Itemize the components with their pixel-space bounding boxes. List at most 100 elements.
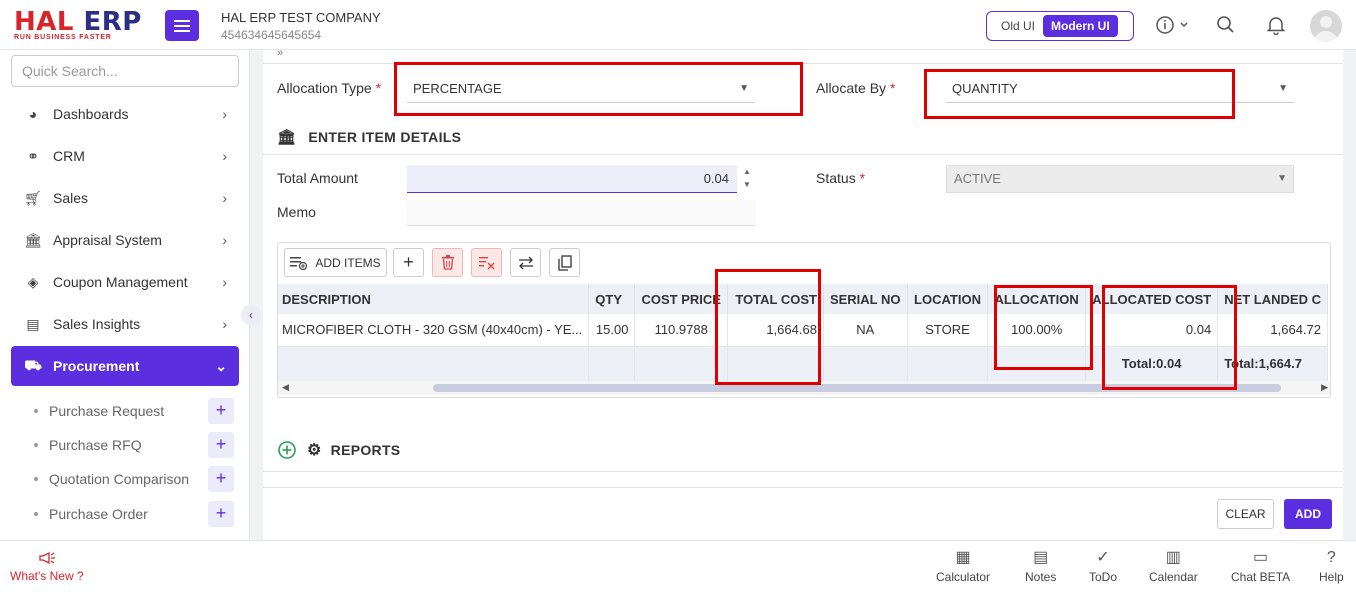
hamburger-menu-button[interactable]: [165, 10, 199, 41]
cell-location[interactable]: STORE: [907, 314, 989, 347]
calculator-button[interactable]: ▦ Calculator: [936, 549, 990, 584]
add-quotation-comparison-button[interactable]: +: [208, 466, 234, 492]
sidebar-item-appraisal-system[interactable]: 🏛︎ Appraisal System ›: [11, 220, 239, 260]
user-avatar[interactable]: [1310, 10, 1342, 42]
dropdown-caret-icon: ▼: [739, 83, 749, 94]
scrollbar-thumb[interactable]: [433, 384, 1281, 392]
item-grid: ADD ITEMS + DESCRIPTION QTY COST PRICE T…: [277, 242, 1331, 398]
bullet-icon: [34, 512, 38, 516]
sidebar-item-sales-insights[interactable]: ▤ Sales Insights ›: [11, 304, 239, 344]
cell-allocation[interactable]: 100.00%: [987, 314, 1087, 347]
company-info[interactable]: HAL ERP TEST COMPANY 454634645645654: [221, 10, 381, 42]
sidebar-subitem-purchase-rfq[interactable]: Purchase RFQ +: [34, 432, 239, 458]
calendar-button[interactable]: ▥ Calendar: [1149, 549, 1198, 584]
hal-erp-logo[interactable]: HAL ERP RUN BUSINESS FASTER: [14, 8, 149, 42]
chevron-right-icon: ›: [222, 148, 227, 164]
table-row[interactable]: MICROFIBER CLOTH - 320 GSM (40x40cm) - Y…: [278, 314, 1328, 347]
page-scrollbar[interactable]: [1343, 50, 1356, 540]
reports-section[interactable]: ⚙ REPORTS: [277, 440, 400, 460]
cell-description[interactable]: MICROFIBER CLOTH - 320 GSM (40x40cm) - Y…: [278, 314, 590, 347]
number-stepper[interactable]: ▲ ▼: [739, 165, 755, 193]
column-header-total-cost[interactable]: TOTAL COST: [727, 284, 824, 314]
megaphone-icon: [39, 551, 55, 565]
add-list-icon: [290, 256, 308, 270]
allocation-type-value: PERCENTAGE: [413, 81, 502, 96]
sidebar-item-dashboards[interactable]: ◕ Dashboards ›: [11, 94, 239, 134]
items-table: DESCRIPTION QTY COST PRICE TOTAL COST SE…: [278, 284, 1328, 382]
cell-allocated-cost[interactable]: 0.04: [1085, 314, 1219, 347]
cart-icon: 🛒︎: [24, 189, 42, 206]
column-header-location[interactable]: LOCATION: [907, 284, 989, 314]
modern-ui-option[interactable]: Modern UI: [1043, 15, 1118, 37]
column-header-allocation[interactable]: ALLOCATION: [987, 284, 1087, 314]
status-select[interactable]: ACTIVE ▼: [946, 165, 1294, 193]
horizontal-scrollbar[interactable]: ◀ ▶: [278, 381, 1330, 395]
total-amount-input[interactable]: 0.04: [407, 165, 737, 193]
add-items-button[interactable]: ADD ITEMS: [284, 248, 387, 277]
column-header-allocated-cost[interactable]: ALLOCATED COST: [1085, 284, 1219, 314]
add-purchase-request-button[interactable]: +: [208, 398, 234, 424]
sidebar-item-sales[interactable]: 🛒︎ Sales ›: [11, 178, 239, 218]
quick-search-input[interactable]: Quick Search...: [11, 55, 239, 87]
cell-net-landed-cost[interactable]: 1,664.72: [1217, 314, 1328, 347]
todo-button[interactable]: ✓ ToDo: [1089, 549, 1117, 584]
swap-button[interactable]: [510, 248, 541, 277]
dropdown-caret-icon: ▼: [1278, 83, 1288, 94]
cell-cost-price[interactable]: 110.9788: [634, 314, 728, 347]
allocation-type-select[interactable]: PERCENTAGE ▼: [407, 75, 755, 103]
hamburger-icon: [174, 19, 190, 32]
cell-qty[interactable]: 15.00: [588, 314, 636, 347]
palette-icon: ◕: [28, 106, 38, 122]
stepper-down-icon[interactable]: ▼: [739, 178, 755, 191]
notes-button[interactable]: ▤ Notes: [1025, 549, 1056, 584]
chevron-right-icon: ›: [222, 106, 227, 122]
allocation-type-label: Allocation Type *: [277, 80, 382, 96]
column-header-net-landed-cost[interactable]: NET LANDED C: [1217, 284, 1328, 314]
cell-serial-no[interactable]: NA: [823, 314, 908, 347]
add-circle-icon[interactable]: [277, 440, 297, 460]
search-button[interactable]: [1216, 15, 1236, 40]
sidebar-subitem-quotation-comparison[interactable]: Quotation Comparison +: [34, 466, 239, 492]
info-menu-button[interactable]: [1155, 15, 1189, 40]
bullet-icon: [34, 443, 38, 447]
column-header-qty[interactable]: QTY: [588, 284, 636, 314]
scroll-left-icon[interactable]: ◀: [282, 382, 289, 393]
clear-button[interactable]: CLEAR: [1217, 499, 1274, 529]
copy-button[interactable]: [549, 248, 580, 277]
chevron-right-icon: ›: [222, 274, 227, 290]
clear-rows-button[interactable]: [471, 248, 502, 277]
delete-row-button[interactable]: [432, 248, 463, 277]
sidebar-subitem-purchase-order[interactable]: Purchase Order +: [34, 501, 239, 527]
sidebar-item-crm[interactable]: ⚭ CRM ›: [11, 136, 239, 176]
chat-button[interactable]: ▭ Chat BETA: [1231, 549, 1290, 584]
whats-new-button[interactable]: What's New ?: [10, 551, 84, 583]
chevron-right-icon: ›: [222, 232, 227, 248]
help-button[interactable]: ? Help: [1319, 549, 1344, 584]
sidebar-item-procurement[interactable]: ⛟ Procurement ⌄: [11, 346, 239, 386]
sidebar-item-coupon-management[interactable]: ◈ Coupon Management ›: [11, 262, 239, 302]
grid-toolbar: ADD ITEMS +: [278, 243, 1330, 284]
column-header-cost-price[interactable]: COST PRICE: [634, 284, 728, 314]
scroll-right-icon[interactable]: ▶: [1321, 382, 1328, 393]
column-header-serial-no[interactable]: SERIAL NO: [823, 284, 908, 314]
allocate-by-select[interactable]: QUANTITY ▼: [946, 75, 1294, 103]
add-items-label: ADD ITEMS: [315, 255, 381, 270]
column-header-description[interactable]: DESCRIPTION: [278, 284, 590, 314]
swap-icon: [518, 256, 533, 269]
cell-total-cost[interactable]: 1,664.68: [727, 314, 824, 347]
chevron-left-icon: ‹: [249, 308, 253, 322]
sidebar-subitem-label: Purchase Order: [49, 506, 148, 522]
stepper-up-icon[interactable]: ▲: [739, 165, 755, 178]
delete-list-icon: [478, 256, 494, 269]
sidebar-subitem-purchase-request[interactable]: Purchase Request +: [34, 398, 239, 424]
add-purchase-rfq-button[interactable]: +: [208, 432, 234, 458]
notifications-button[interactable]: [1266, 15, 1286, 40]
chat-icon: ▭: [1253, 549, 1269, 566]
add-row-button[interactable]: +: [393, 248, 424, 277]
section-title-text: ENTER ITEM DETAILS: [308, 129, 462, 145]
old-ui-option[interactable]: Old UI: [989, 15, 1043, 37]
add-button[interactable]: ADD: [1284, 499, 1332, 529]
memo-input[interactable]: [407, 200, 755, 226]
add-purchase-order-button[interactable]: +: [208, 501, 234, 527]
sidebar-collapse-button[interactable]: ‹: [241, 304, 261, 326]
